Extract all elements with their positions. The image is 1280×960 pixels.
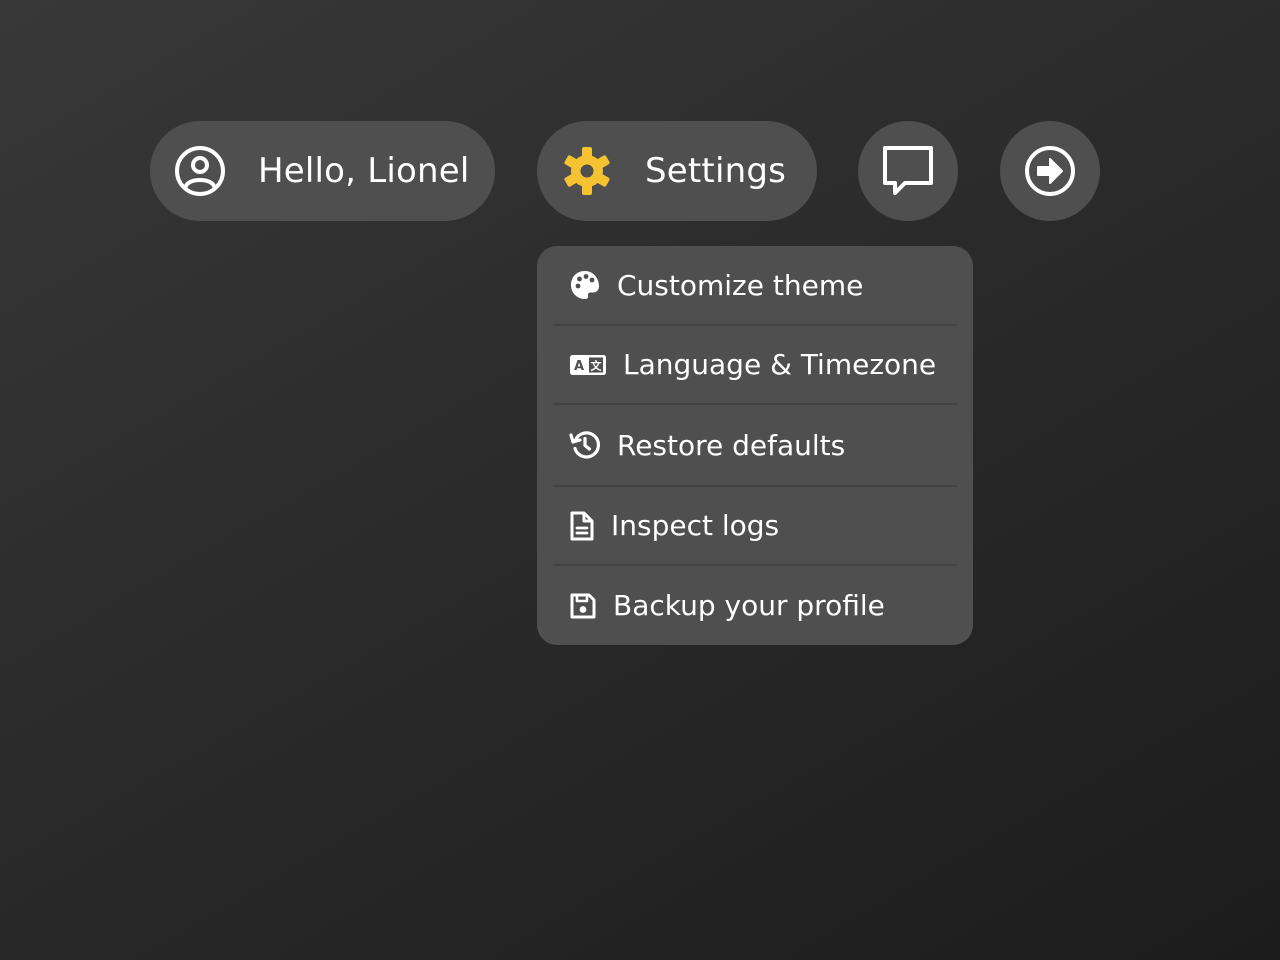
file-icon (569, 510, 595, 542)
history-icon (569, 429, 601, 461)
user-circle-icon (174, 145, 226, 197)
menu-item-label: Restore defaults (617, 428, 846, 462)
language-icon: A 文 (569, 353, 607, 377)
menu-item-label: Customize theme (617, 268, 864, 302)
svg-text:A: A (574, 359, 584, 374)
menu-item-label: Backup your profile (613, 589, 885, 622)
settings-dropdown-menu: Customize theme A 文 Language & Timezone … (537, 246, 973, 645)
chat-button[interactable] (858, 121, 958, 221)
arrow-right-circle-icon (1023, 144, 1077, 198)
svg-text:文: 文 (591, 358, 603, 372)
settings-label: Settings (645, 151, 787, 191)
menu-item-label: Inspect logs (611, 509, 780, 542)
user-greeting-label: Hello, Lionel (258, 151, 470, 191)
chat-icon (881, 144, 935, 198)
settings-button[interactable]: Settings (537, 121, 817, 221)
menu-item-restore-defaults[interactable]: Restore defaults (553, 405, 957, 487)
menu-item-language-timezone[interactable]: A 文 Language & Timezone (553, 326, 957, 405)
gear-icon (561, 145, 613, 197)
menu-item-customize-theme[interactable]: Customize theme (553, 246, 957, 326)
logout-button[interactable] (1000, 121, 1100, 221)
save-icon (569, 592, 597, 620)
menu-item-label: Language & Timezone (623, 348, 937, 381)
palette-icon (569, 269, 601, 301)
menu-item-backup-profile[interactable]: Backup your profile (553, 566, 957, 645)
menu-item-inspect-logs[interactable]: Inspect logs (553, 487, 957, 566)
user-greeting-button[interactable]: Hello, Lionel (150, 121, 495, 221)
